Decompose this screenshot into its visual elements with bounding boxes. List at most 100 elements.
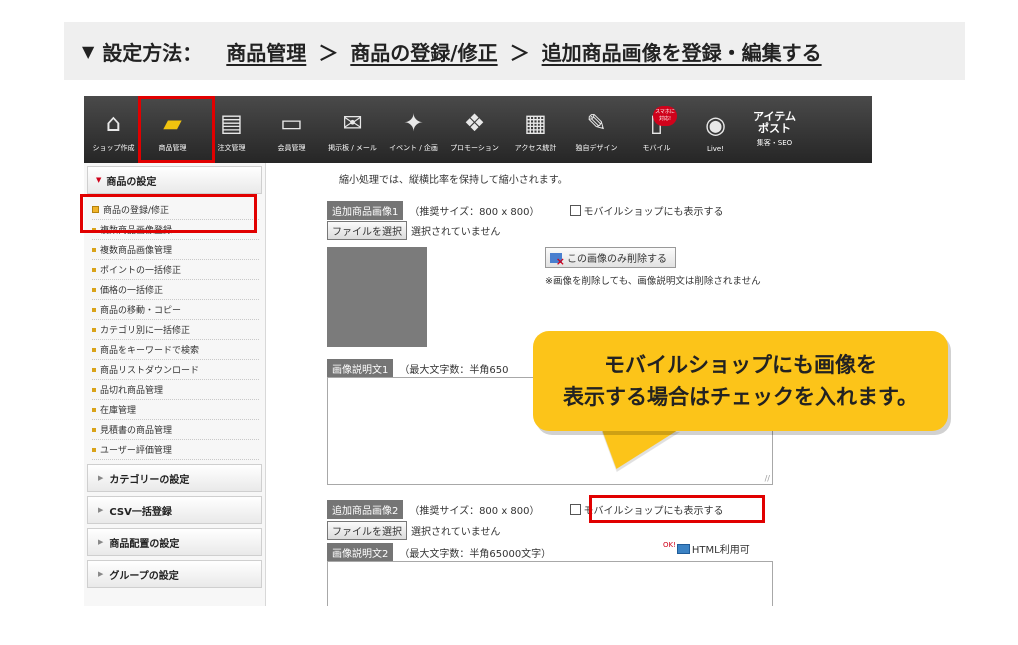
sidebar-section-csv[interactable]: ▶ CSV一括登録 <box>87 496 262 524</box>
nav-event[interactable]: ✦ イベント / 企画 <box>383 96 444 163</box>
triangle-down-icon: ▼ <box>96 176 102 184</box>
sidebar-item-move-copy[interactable]: 商品の移動・コピー <box>92 300 259 320</box>
nav-promotion[interactable]: ❖ プロモーション <box>444 96 505 163</box>
sidebar-item-multi-image-manage[interactable]: 複数商品画像管理 <box>92 240 259 260</box>
bullet-icon <box>92 287 96 292</box>
bullet-icon <box>92 407 96 412</box>
desc1-hint: （最大文字数：半角650 <box>399 365 509 376</box>
breadcrumb-separator: ＞ <box>318 40 339 65</box>
image1-size-hint: （推奨サイズ：800 x 800） <box>409 207 540 218</box>
chart-icon: ▦ <box>524 109 547 137</box>
breadcrumb-step-additional-images[interactable]: 追加商品画像を登録・編集する <box>542 37 822 66</box>
breadcrumb-separator: ＞ <box>509 40 530 65</box>
triangle-right-icon: ▶ <box>98 538 104 546</box>
html-ok-label: HTML利用可 <box>691 545 750 556</box>
bullet-icon <box>92 347 96 352</box>
triangle-right-icon: ▶ <box>98 474 104 482</box>
bullet-icon <box>92 307 96 312</box>
callout-line2: 表示する場合はチェックを入れます。 <box>563 385 918 409</box>
bullet-icon <box>92 387 96 392</box>
resize-grip-icon: // <box>764 474 770 483</box>
bullet-icon <box>92 267 96 272</box>
nav-shop-create[interactable]: ⌂ ショップ作成 <box>84 96 143 163</box>
highlight-nav-product-management <box>138 96 215 163</box>
sidebar-item-list-download[interactable]: 商品リストダウンロード <box>92 360 259 380</box>
instruction-label: 設定方法： <box>102 40 203 65</box>
image2-size-hint: （推奨サイズ：800 x 800） <box>409 506 540 517</box>
highlight-sidebar-product-register <box>80 194 257 233</box>
nav-member-management[interactable]: ▭ 会員管理 <box>261 96 322 163</box>
image1-tag: 追加商品画像1 <box>327 201 404 220</box>
nav-board-mail[interactable]: ✉ 掲示板 / メール <box>322 96 383 163</box>
order-icon: ▤ <box>220 109 243 137</box>
sidebar-section-group[interactable]: ▶ グループの設定 <box>87 560 262 588</box>
image1-file-row: ファイルを選択 選択されていません <box>327 221 500 240</box>
image2-file-button[interactable]: ファイルを選択 <box>327 521 407 540</box>
highlight-image2-mobile-checkbox <box>589 495 765 523</box>
triangle-down-icon: ▼ <box>82 41 95 61</box>
image1-preview <box>327 247 427 347</box>
sidebar-header[interactable]: ▼ 商品の設定 <box>87 166 262 194</box>
image1-delete-note: ※画像を削除しても、画像説明文は削除されません <box>545 276 761 287</box>
shop-icon: ⌂ <box>105 109 122 137</box>
event-icon: ✦ <box>403 109 424 137</box>
resize-note: 縮小処理では、縦横比率を保持して縮小されます。 <box>339 175 568 186</box>
checkbox[interactable] <box>569 205 581 216</box>
sidebar-item-user-rating[interactable]: ユーザー評価管理 <box>92 440 259 460</box>
callout-bubble: モバイルショップにも画像を 表示する場合はチェックを入れます。 <box>533 331 948 431</box>
sidebar-section-layout[interactable]: ▶ 商品配置の設定 <box>87 528 262 556</box>
image1-file-status: 選択されていません <box>411 227 501 238</box>
image1-mobile-checkbox[interactable]: モバイルショップにも表示する <box>569 203 724 218</box>
mail-icon: ✉ <box>342 109 363 137</box>
breadcrumb-step-product-register[interactable]: 商品の登録/修正 <box>350 37 497 66</box>
sidebar-menu: 商品の登録/修正 複数商品画像登録 複数商品画像管理 ポイントの一括修正 価格の… <box>84 194 265 460</box>
nav-live[interactable]: ◉ Live! <box>686 96 745 163</box>
bullet-icon <box>92 367 96 372</box>
triangle-right-icon: ▶ <box>98 506 104 514</box>
palette-icon: ✎ <box>586 109 607 137</box>
checkbox[interactable] <box>569 504 581 515</box>
bullet-icon <box>92 327 96 332</box>
image1-delete-button[interactable]: この画像のみ削除する <box>545 247 676 268</box>
nav-mobile[interactable]: ▯ スマホに対応! モバイル <box>627 96 686 163</box>
sidebar-item-category-bulk[interactable]: カテゴリ別に一括修正 <box>92 320 259 340</box>
ok-badge-text: OK! <box>663 541 676 549</box>
desc2-textarea[interactable] <box>327 561 773 606</box>
bullet-icon <box>92 427 96 432</box>
sidebar-item-estimate[interactable]: 見積書の商品管理 <box>92 420 259 440</box>
bullet-icon <box>92 247 96 252</box>
image2-file-row: ファイルを選択 選択されていません <box>327 521 500 540</box>
gift-icon: ❖ <box>463 109 486 137</box>
image1-header: 追加商品画像1 （推奨サイズ：800 x 800） モバイルショップにも表示する <box>327 201 724 220</box>
callout-line1: モバイルショップにも画像を <box>604 353 877 377</box>
instruction-bar: ▼ 設定方法： 商品管理 ＞ 商品の登録/修正 ＞ 追加商品画像を登録・編集する <box>64 22 965 80</box>
item-post-line2: ポスト <box>758 122 791 135</box>
live-icon: ◉ <box>705 111 726 139</box>
triangle-right-icon: ▶ <box>98 570 104 578</box>
desc2-tag: 画像説明文2 <box>327 543 394 562</box>
breadcrumb-step-product-management[interactable]: 商品管理 <box>226 37 306 66</box>
bullet-icon <box>92 447 96 452</box>
sidebar-item-soldout[interactable]: 品切れ商品管理 <box>92 380 259 400</box>
sidebar-item-keyword-search[interactable]: 商品をキーワードで検索 <box>92 340 259 360</box>
desc2-hint: （最大文字数：半角65000文字） <box>399 549 552 560</box>
html-ok-badge: OK! HTML利用可 <box>663 541 750 556</box>
image2-tag: 追加商品画像2 <box>327 500 404 519</box>
item-post-sub: 集客・SEO <box>756 139 793 147</box>
desc1-header: 画像説明文1 （最大文字数：半角650 <box>327 359 508 378</box>
desc2-header: 画像説明文2 （最大文字数：半角65000文字） <box>327 543 551 562</box>
nav-original-design[interactable]: ✎ 独自デザイン <box>566 96 627 163</box>
html-icon <box>676 543 690 554</box>
member-card-icon: ▭ <box>280 109 303 137</box>
nav-access-stats[interactable]: ▦ アクセス統計 <box>505 96 566 163</box>
nav-item-post[interactable]: アイテム ポスト 集客・SEO <box>745 96 804 163</box>
desc1-tag: 画像説明文1 <box>327 359 394 378</box>
smartphone-badge: スマホに対応! <box>653 106 677 126</box>
delete-image-icon <box>550 252 565 268</box>
sidebar-item-stock[interactable]: 在庫管理 <box>92 400 259 420</box>
image1-file-button[interactable]: ファイルを選択 <box>327 221 407 240</box>
sidebar-item-price-bulk[interactable]: 価格の一括修正 <box>92 280 259 300</box>
sidebar-section-category[interactable]: ▶ カテゴリーの設定 <box>87 464 262 492</box>
sidebar-item-points-bulk[interactable]: ポイントの一括修正 <box>92 260 259 280</box>
image2-file-status: 選択されていません <box>411 527 501 538</box>
